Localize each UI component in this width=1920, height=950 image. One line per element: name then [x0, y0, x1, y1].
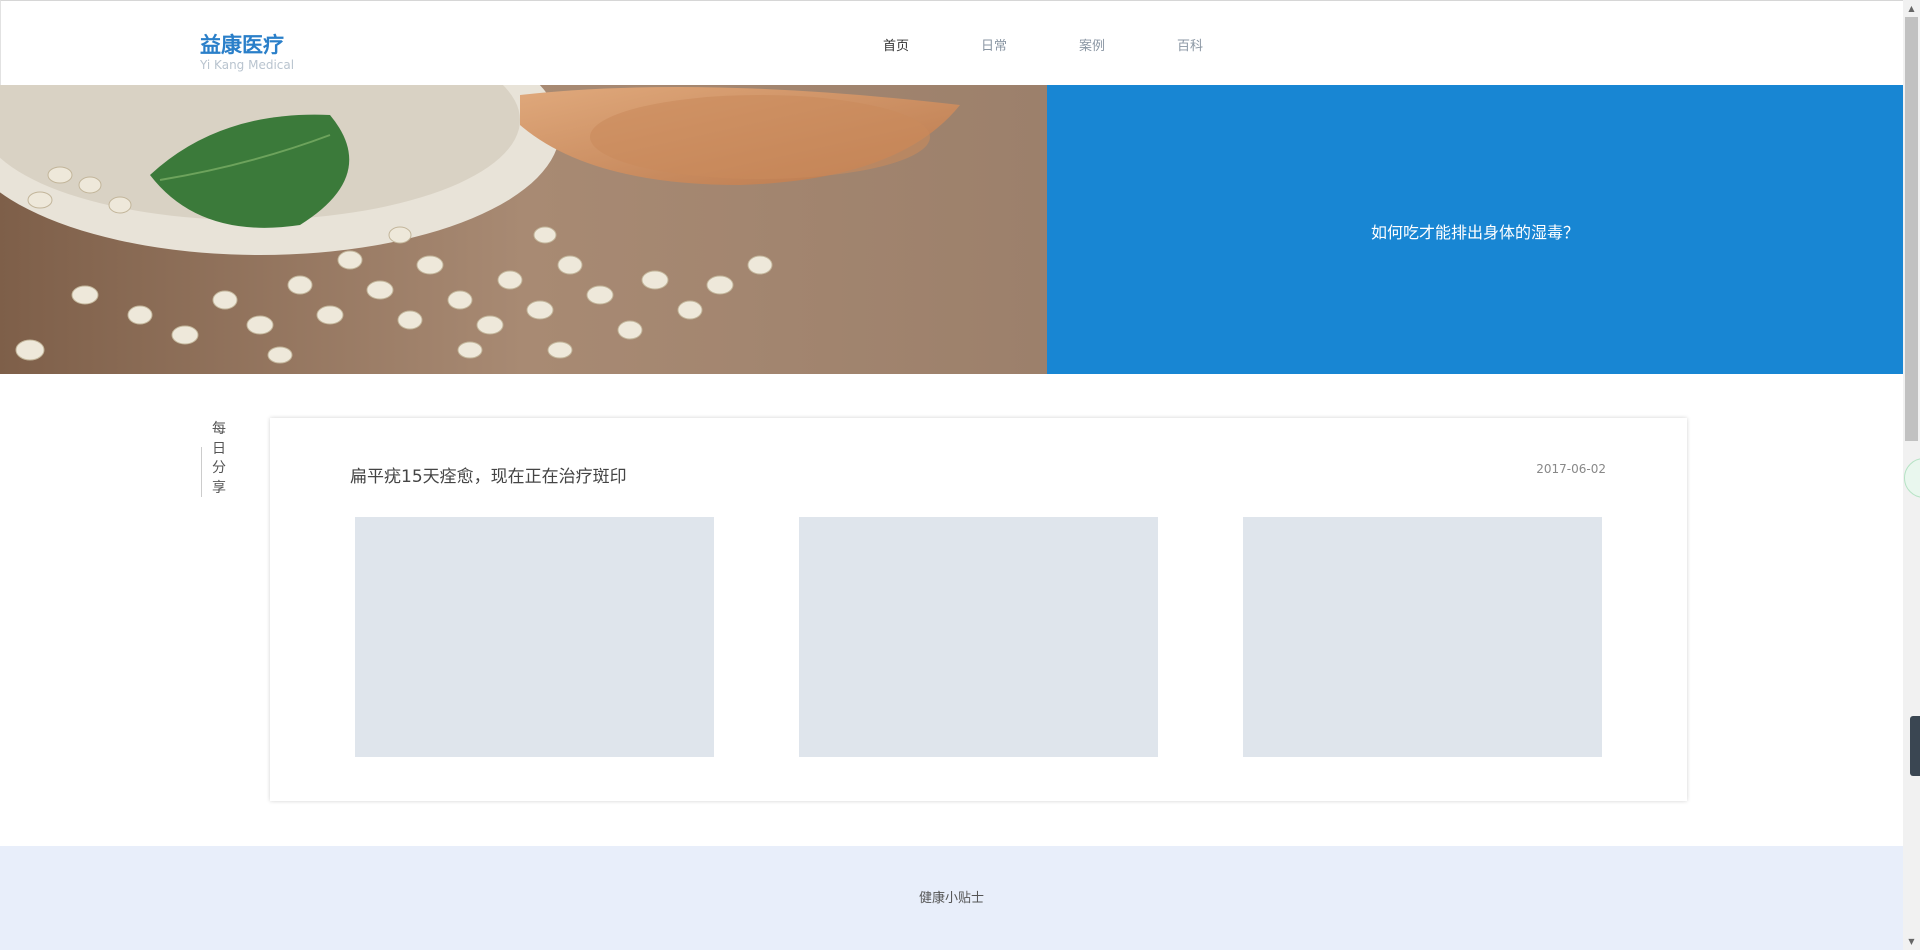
scroll-up-arrow-icon[interactable]: ▲ [1903, 0, 1920, 17]
post-title[interactable]: 扁平疣15天痊愈，现在正在治疗斑印 [350, 462, 627, 487]
site-header: 益康医疗 Yi Kang Medical 首页 日常 案例 百科 [0, 0, 1903, 85]
hero-photo-art [0, 85, 1047, 374]
side-tab-handle[interactable] [1910, 716, 1920, 776]
daily-share-char-3: 分 [212, 460, 226, 476]
hero-banner: 如何吃才能排出身体的湿毒？ [0, 85, 1903, 374]
hero-title[interactable]: 如何吃才能排出身体的湿毒？ [1047, 219, 1903, 243]
nav-cases[interactable]: 案例 [1079, 35, 1105, 54]
daily-share-char-2: 日 [212, 440, 226, 457]
health-tips-section: 健康小贴士 [0, 846, 1903, 950]
hero-feature-panel[interactable]: 如何吃才能排出身体的湿毒？ [1047, 85, 1903, 374]
logo-title: 益康医疗 [200, 33, 284, 57]
nav-encyclopedia[interactable]: 百科 [1177, 35, 1203, 54]
logo[interactable]: 益康医疗 Yi Kang Medical [200, 32, 294, 72]
hero-photo[interactable] [0, 85, 1047, 374]
post-date: 2017-06-02 [1536, 462, 1606, 476]
post-image-2[interactable] [799, 517, 1158, 757]
health-tips-label: 健康小贴士 [918, 891, 984, 906]
daily-share-label: 每 日 分 享 [209, 420, 229, 498]
logo-subtitle: Yi Kang Medical [200, 58, 295, 72]
nav-daily[interactable]: 日常 [981, 35, 1007, 54]
daily-share-char-4: 享 [212, 479, 226, 496]
nav-home[interactable]: 首页 [883, 35, 909, 54]
daily-share-char-1: 每 [212, 421, 226, 437]
post-image-1[interactable] [355, 517, 714, 757]
scrollbar-thumb[interactable] [1905, 17, 1918, 441]
scroll-down-arrow-icon[interactable]: ▼ [1903, 933, 1920, 950]
post-card[interactable]: 扁平疣15天痊愈，现在正在治疗斑印 2017-06-02 [270, 418, 1687, 801]
post-image-3[interactable] [1243, 517, 1602, 757]
